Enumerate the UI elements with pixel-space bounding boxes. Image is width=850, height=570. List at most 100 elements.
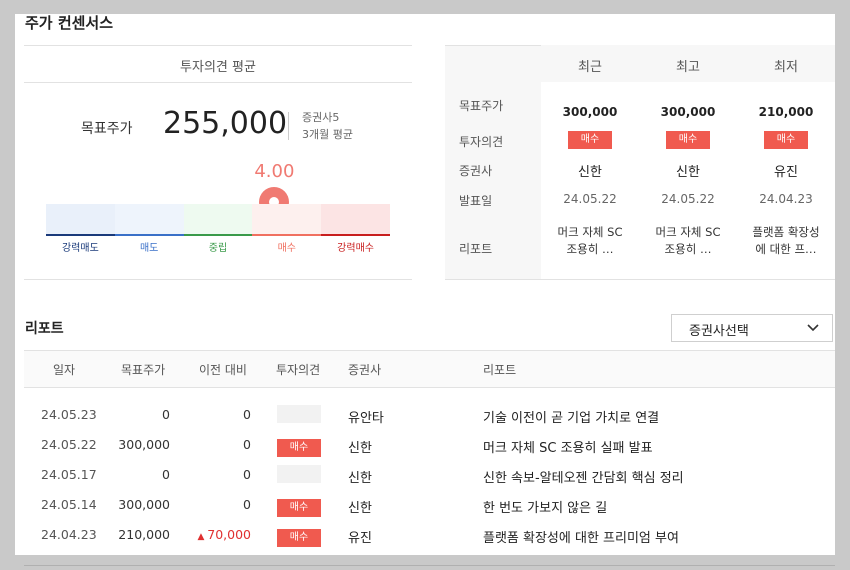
consensus-target: 210,000: [758, 105, 814, 119]
row-label-opinion: 투자의견: [459, 135, 504, 149]
consensus-report-line[interactable]: 머크 자체 SC: [639, 224, 737, 240]
target-price-value: 255,000: [163, 106, 288, 141]
consensus-opinion-badge: 매수: [764, 131, 808, 149]
divider: [24, 565, 835, 566]
report-date: 24.05.23: [41, 407, 97, 422]
rating-segment-label: 매도: [139, 243, 159, 254]
rating-segment-label: 강력매도: [61, 243, 99, 254]
header-broker: 증권사: [348, 363, 382, 377]
report-opinion: 매수: [277, 435, 321, 457]
consensus-target: 300,000: [660, 105, 716, 119]
consensus-opinion-cell: 매수: [737, 131, 835, 149]
report-broker: 신한: [348, 441, 372, 456]
report-change: 0: [175, 497, 251, 512]
rating-segment-label: 매수: [277, 243, 296, 254]
report-opinion: [277, 405, 321, 427]
report-change-value: 0: [243, 437, 251, 452]
report-date: 24.05.17: [41, 467, 97, 482]
opinion-badge: [277, 405, 321, 423]
divider: [288, 112, 289, 140]
consensus-report-line[interactable]: 조용히 …: [639, 241, 737, 257]
opinion-badge: [277, 465, 321, 483]
report-broker: 신한: [348, 471, 372, 486]
row-label-target: 목표주가: [459, 99, 504, 113]
row-label-broker: 증권사: [459, 164, 493, 178]
report-title-link[interactable]: 플랫폼 확장성에 대한 프리미엄 부여: [483, 527, 679, 546]
rating-segment: [252, 204, 322, 236]
consensus-report-line[interactable]: 조용히 …: [541, 241, 639, 257]
divider: [24, 45, 412, 46]
divider: [24, 82, 412, 83]
consensus-target: 300,000: [562, 105, 618, 119]
header-report: 리포트: [483, 363, 517, 377]
period-note: 3개월 평균: [302, 128, 353, 141]
opinion-badge: 매수: [277, 499, 321, 517]
report-title-link[interactable]: 한 번도 가보지 않은 길: [483, 497, 607, 516]
row-label-date: 발표일: [459, 194, 493, 208]
section-title: 주가 컨센서스: [25, 14, 114, 32]
report-title-link[interactable]: 머크 자체 SC 조용히 실패 발표: [483, 437, 653, 456]
rating-segment-label: 강력매수: [337, 243, 374, 254]
consensus-date: 24.04.23: [759, 192, 813, 206]
report-change-value: 70,000: [207, 527, 251, 542]
report-broker: 신한: [348, 501, 372, 516]
report-broker: 유안타: [348, 411, 384, 426]
report-title-link[interactable]: 신한 속보-알테오젠 간담회 핵심 정리: [483, 467, 684, 486]
col-highest: 최고: [676, 60, 700, 75]
consensus-broker: 신한: [676, 165, 700, 180]
header-target: 목표주가: [121, 363, 166, 377]
consensus-broker: 유진: [774, 165, 798, 180]
rating-scale: [46, 204, 390, 236]
report-date: 24.05.22: [41, 437, 97, 452]
report-title-link[interactable]: 기술 이전이 곧 기업 가치로 연결: [483, 407, 659, 426]
broker-select-dropdown[interactable]: 증권사선택: [671, 314, 833, 342]
chevron-down-icon: [806, 322, 820, 334]
report-target: 210,000: [118, 527, 170, 542]
consensus-opinion-cell: 매수: [639, 131, 737, 149]
header-change: 이전 대비: [199, 363, 247, 377]
header-date: 일자: [53, 363, 76, 377]
consensus-panel: 주가 컨센서스 투자의견 평균 목표주가 255,000 증권사5 3개월 평균…: [15, 14, 835, 555]
target-price-label: 목표주가: [81, 121, 133, 137]
report-opinion: [277, 465, 321, 487]
report-change: 0: [175, 407, 251, 422]
consensus-opinion-cell: 매수: [541, 131, 639, 149]
col-lowest: 최저: [774, 60, 798, 75]
row-label-report: 리포트: [459, 242, 493, 256]
consensus-date: 24.05.22: [563, 192, 617, 206]
opinion-badge: 매수: [277, 439, 321, 457]
report-target: 0: [162, 407, 170, 422]
report-change-value: 0: [243, 467, 251, 482]
report-date: 24.05.14: [41, 497, 97, 512]
broker-count: 증권사5: [302, 111, 340, 124]
report-date: 24.04.23: [41, 527, 97, 542]
divider: [24, 279, 412, 280]
consensus-report-line[interactable]: 플랫폼 확장성: [737, 224, 835, 240]
reports-title: 리포트: [25, 321, 64, 337]
report-change: 0: [175, 467, 251, 482]
up-arrow-icon: ▲: [197, 532, 208, 542]
report-target: 300,000: [118, 497, 170, 512]
consensus-report-line[interactable]: 머크 자체 SC: [541, 224, 639, 240]
divider: [24, 387, 835, 388]
report-change: 0: [175, 437, 251, 452]
rating-scale-labels: 강력매도 매도 중립 매수 강력매수: [46, 239, 390, 254]
report-change-value: 0: [243, 497, 251, 512]
report-change-value: 0: [243, 407, 251, 422]
rating-segment: [321, 204, 390, 236]
opinion-avg-header: 투자의견 평균: [180, 60, 256, 75]
header-opinion: 투자의견: [276, 363, 321, 377]
report-opinion: 매수: [277, 495, 321, 517]
rating-segment: [46, 204, 115, 236]
consensus-report-line[interactable]: 에 대한 프…: [737, 241, 835, 257]
rating-segment: [114, 204, 184, 236]
rating-value: 4.00: [254, 161, 295, 182]
col-latest: 최근: [578, 60, 602, 75]
report-broker: 유진: [348, 531, 372, 546]
consensus-opinion-badge: 매수: [666, 131, 710, 149]
report-change: ▲ 70,000: [175, 527, 251, 542]
report-opinion: 매수: [277, 525, 321, 547]
opinion-badge: 매수: [277, 529, 321, 547]
divider: [445, 279, 835, 280]
consensus-date: 24.05.22: [661, 192, 715, 206]
